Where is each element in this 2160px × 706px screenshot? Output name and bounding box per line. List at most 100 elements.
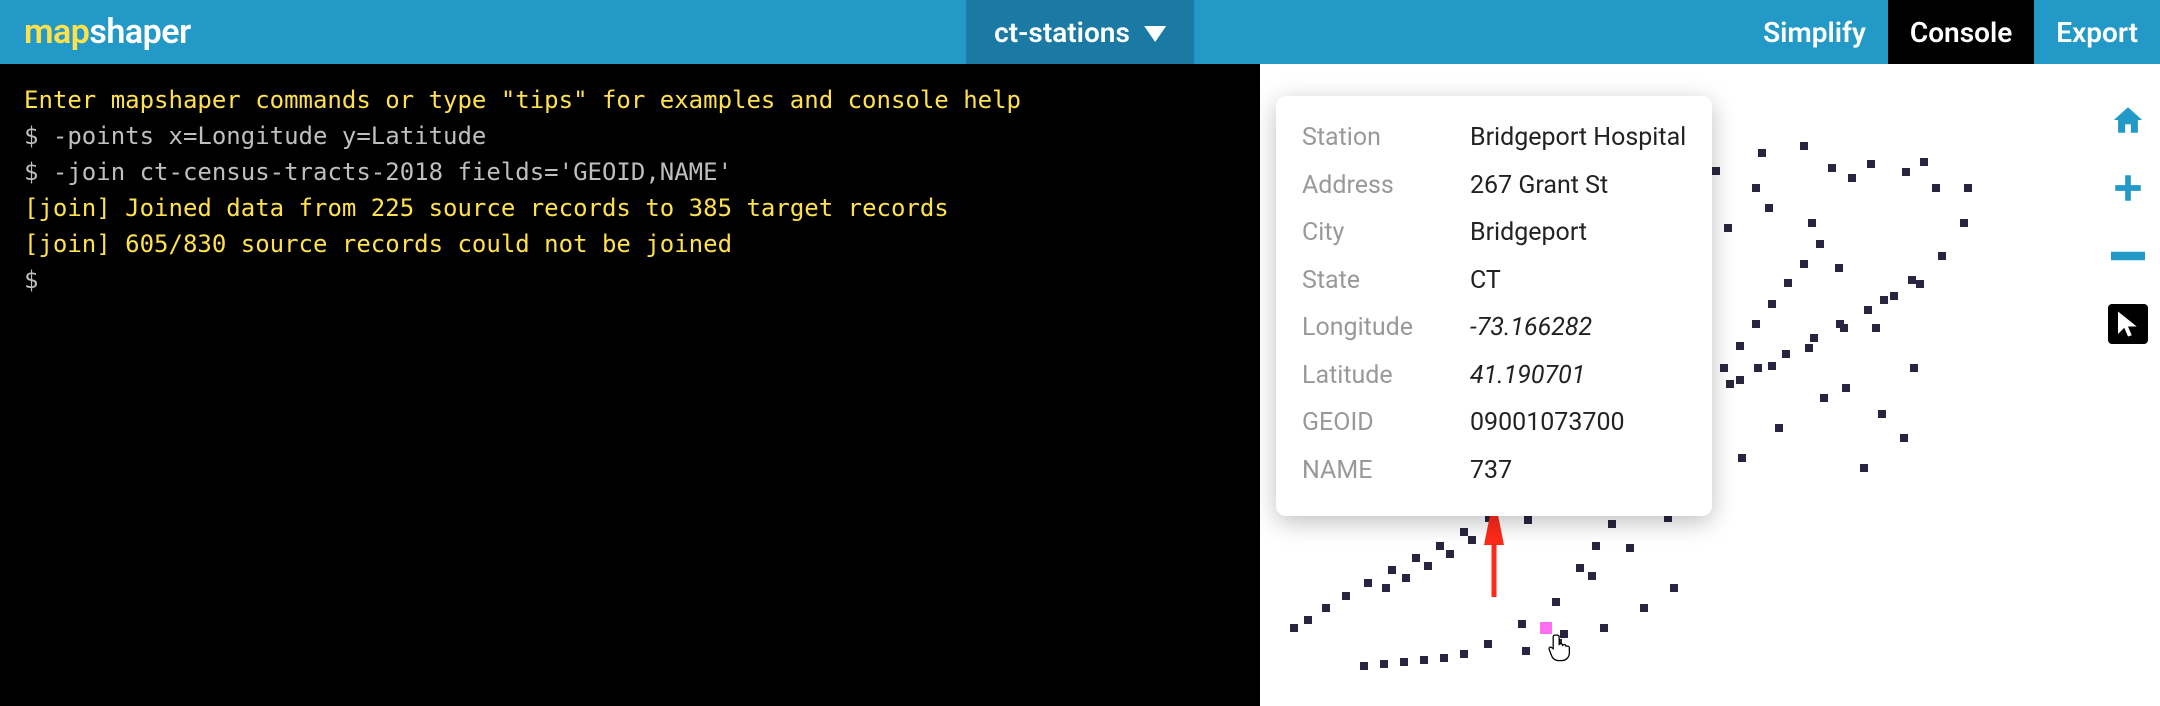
map-point[interactable] <box>1484 640 1492 648</box>
layer-selector-wrap: ct-stations <box>966 0 1194 64</box>
map-point[interactable] <box>1388 566 1396 574</box>
map-point[interactable] <box>1782 350 1790 358</box>
map-point[interactable] <box>1932 184 1940 192</box>
map-point[interactable] <box>1518 620 1526 628</box>
map-point[interactable] <box>1916 280 1924 288</box>
map-point[interactable] <box>1902 168 1910 176</box>
map-point[interactable] <box>1820 394 1828 402</box>
map-point[interactable] <box>1440 654 1448 662</box>
map-point[interactable] <box>1810 334 1818 342</box>
map-point[interactable] <box>1754 364 1762 372</box>
map-point[interactable] <box>1860 464 1868 472</box>
map-point[interactable] <box>1576 564 1584 572</box>
map-point[interactable] <box>1382 584 1390 592</box>
map-point[interactable] <box>1712 167 1720 175</box>
map-point[interactable] <box>1554 639 1562 647</box>
console-prompt: $ <box>24 266 53 294</box>
map-point[interactable] <box>1775 424 1783 432</box>
map-point[interactable] <box>1890 292 1898 300</box>
map-point[interactable] <box>1402 574 1410 582</box>
map-canvas[interactable]: StationBridgeport HospitalAddress267 Gra… <box>1260 64 2160 706</box>
map-point[interactable] <box>1842 384 1850 392</box>
map-point[interactable] <box>1592 542 1600 550</box>
map-point[interactable] <box>1736 376 1744 384</box>
map-point[interactable] <box>1920 158 1928 166</box>
map-point[interactable] <box>1724 224 1732 232</box>
map-point[interactable] <box>1864 306 1872 314</box>
map-point[interactable] <box>1640 604 1648 612</box>
home-button[interactable] <box>2108 100 2148 140</box>
map-point[interactable] <box>1490 520 1498 528</box>
map-point[interactable] <box>1880 296 1888 304</box>
map-point[interactable] <box>1670 584 1678 592</box>
map-point[interactable] <box>1964 184 1972 192</box>
map-point[interactable] <box>1600 624 1608 632</box>
map-point[interactable] <box>1360 662 1368 670</box>
map-point[interactable] <box>1736 342 1744 350</box>
map-point[interactable] <box>1960 219 1968 227</box>
map-point[interactable] <box>1910 364 1918 372</box>
map-point[interactable] <box>1304 616 1312 624</box>
map-point[interactable] <box>1552 598 1560 606</box>
map-point[interactable] <box>1322 604 1330 612</box>
map-point[interactable] <box>1768 300 1776 308</box>
simplify-button[interactable]: Simplify <box>1741 0 1888 64</box>
map-point[interactable] <box>1436 542 1444 550</box>
map-point[interactable] <box>1412 554 1420 562</box>
map-point[interactable] <box>1524 516 1532 524</box>
map-point[interactable] <box>1752 320 1760 328</box>
map-point[interactable] <box>1808 219 1816 227</box>
map-point[interactable] <box>1738 454 1746 462</box>
map-point[interactable] <box>1828 164 1836 172</box>
export-button[interactable]: Export <box>2034 0 2160 64</box>
map-point[interactable] <box>1460 528 1468 536</box>
map-point[interactable] <box>1848 174 1856 182</box>
map-point[interactable] <box>1908 276 1916 284</box>
plus-icon <box>2111 171 2145 205</box>
map-point[interactable] <box>1800 260 1808 268</box>
map-point[interactable] <box>1835 264 1843 272</box>
zoom-in-button[interactable] <box>2108 168 2148 208</box>
console-button[interactable]: Console <box>1888 0 2034 64</box>
map-point[interactable] <box>1490 534 1498 542</box>
map-point[interactable] <box>1720 364 1728 372</box>
map-point[interactable] <box>1342 592 1350 600</box>
popup-value: -73.166282 <box>1470 304 1592 352</box>
map-point[interactable] <box>1805 344 1813 352</box>
map-point[interactable] <box>1878 410 1886 418</box>
map-point[interactable] <box>1588 572 1596 580</box>
map-point[interactable] <box>1468 536 1476 544</box>
map-point[interactable] <box>1872 324 1880 332</box>
map-point[interactable] <box>1290 624 1298 632</box>
zoom-out-button[interactable] <box>2108 236 2148 276</box>
map-point[interactable] <box>1460 650 1468 658</box>
map-point[interactable] <box>1608 520 1616 528</box>
console-panel[interactable]: Enter mapshaper commands or type "tips" … <box>0 64 1260 706</box>
map-point[interactable] <box>1424 562 1432 570</box>
popup-key: Latitude <box>1302 352 1470 400</box>
inspect-tool-button[interactable] <box>2108 304 2148 344</box>
map-point[interactable] <box>1626 544 1634 552</box>
map-point[interactable] <box>1867 160 1875 168</box>
map-point[interactable] <box>1364 579 1372 587</box>
map-point-selected[interactable] <box>1540 622 1552 634</box>
map-point[interactable] <box>1752 184 1760 192</box>
map-point[interactable] <box>1836 320 1844 328</box>
layer-selector[interactable]: ct-stations <box>966 0 1194 64</box>
map-point[interactable] <box>1400 658 1408 666</box>
map-point[interactable] <box>1900 434 1908 442</box>
map-point[interactable] <box>1380 660 1388 668</box>
map-point[interactable] <box>1420 656 1428 664</box>
map-point[interactable] <box>1726 380 1734 388</box>
map-point[interactable] <box>1800 142 1808 150</box>
map-point[interactable] <box>1784 279 1792 287</box>
map-point[interactable] <box>1522 647 1530 655</box>
map-point[interactable] <box>1446 550 1454 558</box>
map-point[interactable] <box>1765 204 1773 212</box>
map-point[interactable] <box>1560 630 1568 638</box>
map-point[interactable] <box>1758 149 1766 157</box>
map-point[interactable] <box>1768 362 1776 370</box>
map-point[interactable] <box>1816 240 1824 248</box>
map-point[interactable] <box>1938 252 1946 260</box>
console-output: Joined data from 225 source records to 3… <box>111 194 949 222</box>
